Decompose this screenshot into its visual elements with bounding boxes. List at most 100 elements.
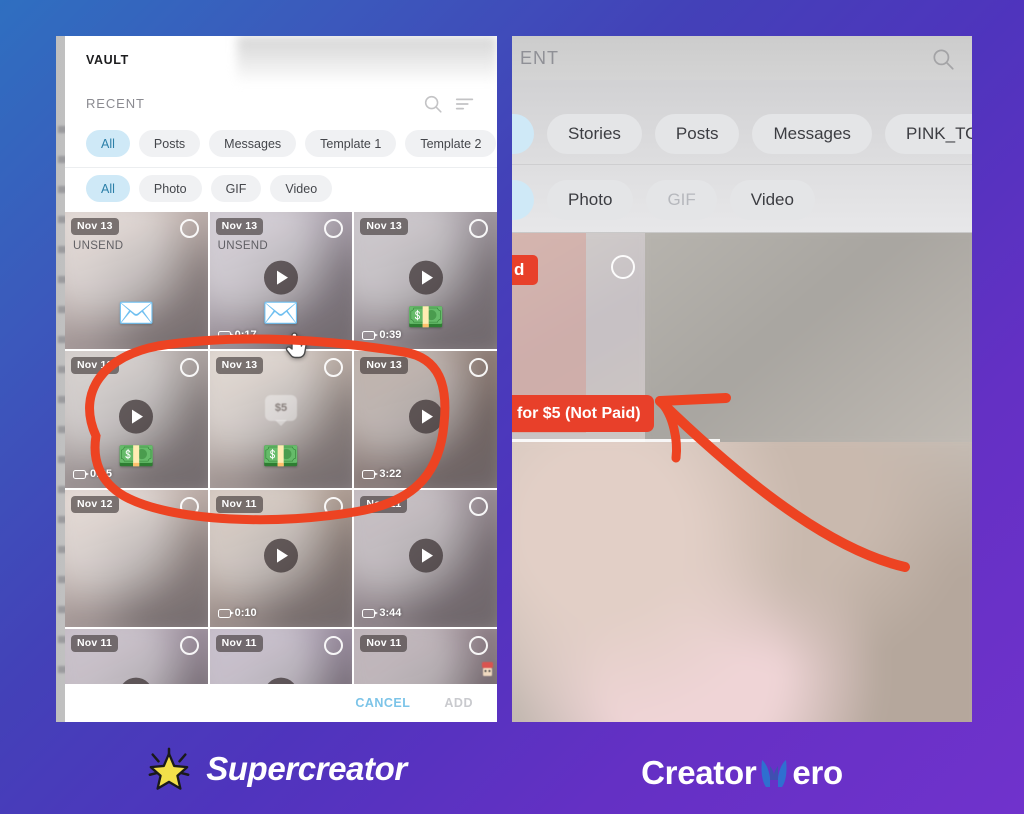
play-icon[interactable] bbox=[408, 260, 443, 295]
play-icon[interactable] bbox=[263, 260, 298, 295]
page-title: VAULT bbox=[86, 53, 129, 67]
video-camera-icon bbox=[73, 469, 89, 479]
sort-icon[interactable] bbox=[454, 93, 476, 115]
media-grid-cell[interactable]: Nov 13 0:39 💵 bbox=[354, 212, 497, 349]
media-grid-cell[interactable]: Nov 13 0:25 💵 bbox=[65, 351, 208, 488]
source-chip-template-1[interactable]: Template 1 bbox=[305, 130, 397, 157]
right-type-chip-photo[interactable]: Photo bbox=[547, 180, 634, 220]
play-icon[interactable] bbox=[408, 399, 443, 434]
right-media-area: d for $5 (Not Paid) bbox=[512, 233, 972, 722]
price-watermark: $5 bbox=[264, 395, 297, 421]
hero-mask-icon bbox=[761, 760, 787, 787]
date-badge: Nov 13 bbox=[71, 218, 119, 235]
source-chip-all[interactable]: All bbox=[86, 130, 130, 157]
play-icon[interactable] bbox=[119, 399, 154, 434]
video-camera-icon bbox=[362, 330, 379, 340]
media-thumbnail bbox=[645, 233, 972, 442]
video-camera-icon bbox=[362, 608, 379, 618]
date-badge: Nov 13 bbox=[215, 357, 264, 374]
search-icon[interactable] bbox=[422, 93, 444, 115]
duration-text: 0:17 bbox=[234, 329, 257, 341]
cancel-button[interactable]: CANCEL bbox=[355, 696, 410, 710]
date-badge: Nov 13 bbox=[71, 357, 119, 374]
money-banknote-icon: 💵 bbox=[406, 301, 445, 334]
play-icon[interactable] bbox=[263, 538, 298, 573]
media-grid-cell[interactable]: Nov 13 UNSEND 0:17 ✉️ bbox=[209, 212, 353, 349]
media-grid-cell[interactable]: Nov 11 bbox=[354, 629, 497, 684]
selection-circle[interactable] bbox=[469, 497, 488, 516]
envelope-icon: ✉️ bbox=[117, 297, 156, 330]
type-filter-chip-row: All Photo GIF Video bbox=[65, 167, 497, 212]
media-grid-cell[interactable]: Nov 11 bbox=[65, 629, 208, 684]
right-type-chip-row: Photo GIF Video bbox=[512, 180, 815, 220]
right-source-chip-stories[interactable]: Stories bbox=[547, 114, 642, 154]
vault-title-bar: VAULT bbox=[65, 36, 497, 84]
right-source-chip-posts[interactable]: Posts bbox=[654, 114, 740, 154]
recent-toolbar: RECENT bbox=[65, 84, 497, 123]
right-source-chip-pink-top[interactable]: PINK_TOP bbox=[884, 114, 972, 154]
play-icon[interactable] bbox=[408, 538, 443, 573]
duration-text: 0:25 bbox=[90, 468, 113, 480]
type-chip-video[interactable]: Video bbox=[270, 175, 333, 202]
source-filter-chip-row: All Posts Messages Template 1 Template 2 bbox=[65, 123, 497, 167]
right-type-chip-video[interactable]: Video bbox=[729, 180, 815, 220]
type-chip-gif[interactable]: GIF bbox=[210, 175, 262, 202]
selection-circle[interactable] bbox=[179, 219, 199, 238]
money-banknote-icon: 💵 bbox=[117, 440, 156, 473]
right-type-chip-gif[interactable]: GIF bbox=[646, 180, 717, 220]
right-source-chip-messages[interactable]: Messages bbox=[752, 114, 872, 154]
type-chip-all[interactable]: All bbox=[86, 175, 130, 202]
media-grid-cell[interactable]: Nov 11 3:44 bbox=[354, 490, 497, 627]
unsend-badge: d bbox=[512, 255, 538, 285]
selection-circle[interactable] bbox=[611, 255, 635, 279]
selection-circle[interactable] bbox=[179, 497, 199, 516]
duration-text: 3:22 bbox=[379, 468, 402, 480]
duration-label: 0:25 bbox=[73, 468, 112, 480]
selection-circle[interactable] bbox=[469, 636, 488, 655]
right-source-chip-row: Stories Posts Messages PINK_TOP bbox=[512, 114, 972, 154]
brand-supercreator: Supercreator bbox=[56, 746, 497, 792]
search-icon[interactable] bbox=[930, 46, 956, 72]
duration-label: 0:39 bbox=[362, 329, 401, 341]
right-top-bar: ENT bbox=[512, 36, 972, 80]
decorative-mini-figure bbox=[482, 662, 493, 676]
selection-circle[interactable] bbox=[469, 358, 488, 377]
active-chip-cropped[interactable] bbox=[512, 114, 534, 154]
envelope-icon: ✉️ bbox=[262, 297, 300, 330]
type-chip-photo[interactable]: Photo bbox=[138, 175, 202, 202]
source-chip-messages[interactable]: Messages bbox=[209, 130, 297, 157]
vault-dialog: VAULT RECENT All Posts Messages Template 1 T… bbox=[65, 36, 497, 722]
brand-creatorhero: Creator ero bbox=[512, 754, 972, 792]
media-thumbnail bbox=[512, 442, 972, 722]
active-type-chip-cropped[interactable] bbox=[512, 180, 534, 220]
date-badge: Nov 13 bbox=[360, 357, 408, 374]
date-badge: Nov 12 bbox=[71, 496, 119, 513]
add-button[interactable]: ADD bbox=[444, 696, 473, 710]
media-grid-cell[interactable]: Nov 12 bbox=[65, 490, 208, 627]
dialog-footer: CANCEL ADD bbox=[65, 684, 497, 722]
chip-row-divider bbox=[512, 164, 972, 165]
media-grid-cell[interactable]: Nov 13 UNSEND ✉️ bbox=[65, 212, 208, 349]
media-tile[interactable] bbox=[512, 442, 972, 722]
recent-label-cropped: ENT bbox=[520, 47, 559, 68]
date-badge: Nov 11 bbox=[215, 496, 263, 513]
selection-circle[interactable] bbox=[179, 358, 199, 377]
source-chip-template-2[interactable]: Template 2 bbox=[405, 130, 497, 157]
video-camera-icon bbox=[217, 608, 234, 618]
media-grid-cell[interactable]: Nov 11 0:10 bbox=[209, 490, 353, 627]
source-chip-posts[interactable]: Posts bbox=[138, 130, 201, 157]
duration-label: 0:10 bbox=[217, 607, 257, 619]
media-grid-cell[interactable]: Nov 11 bbox=[209, 629, 353, 684]
media-grid-cell[interactable]: Nov 13 $5 💵 bbox=[209, 351, 353, 488]
media-grid-cell[interactable]: Nov 13 3:22 bbox=[354, 351, 497, 488]
brand-label-before: Creator bbox=[641, 754, 757, 791]
date-badge: Nov 13 bbox=[360, 218, 408, 235]
title-bar-blur-overlay bbox=[237, 36, 497, 84]
media-tile[interactable] bbox=[645, 233, 972, 442]
left-panel-supercreator: VAULT RECENT All Posts Messages Template 1 T… bbox=[56, 36, 497, 722]
date-badge: Nov 11 bbox=[71, 635, 119, 652]
selection-circle[interactable] bbox=[469, 219, 488, 238]
screenshot-canvas: VAULT RECENT All Posts Messages Template 1 T… bbox=[0, 0, 1024, 814]
selection-circle[interactable] bbox=[179, 636, 199, 655]
date-badge: Nov 13 bbox=[215, 218, 264, 235]
